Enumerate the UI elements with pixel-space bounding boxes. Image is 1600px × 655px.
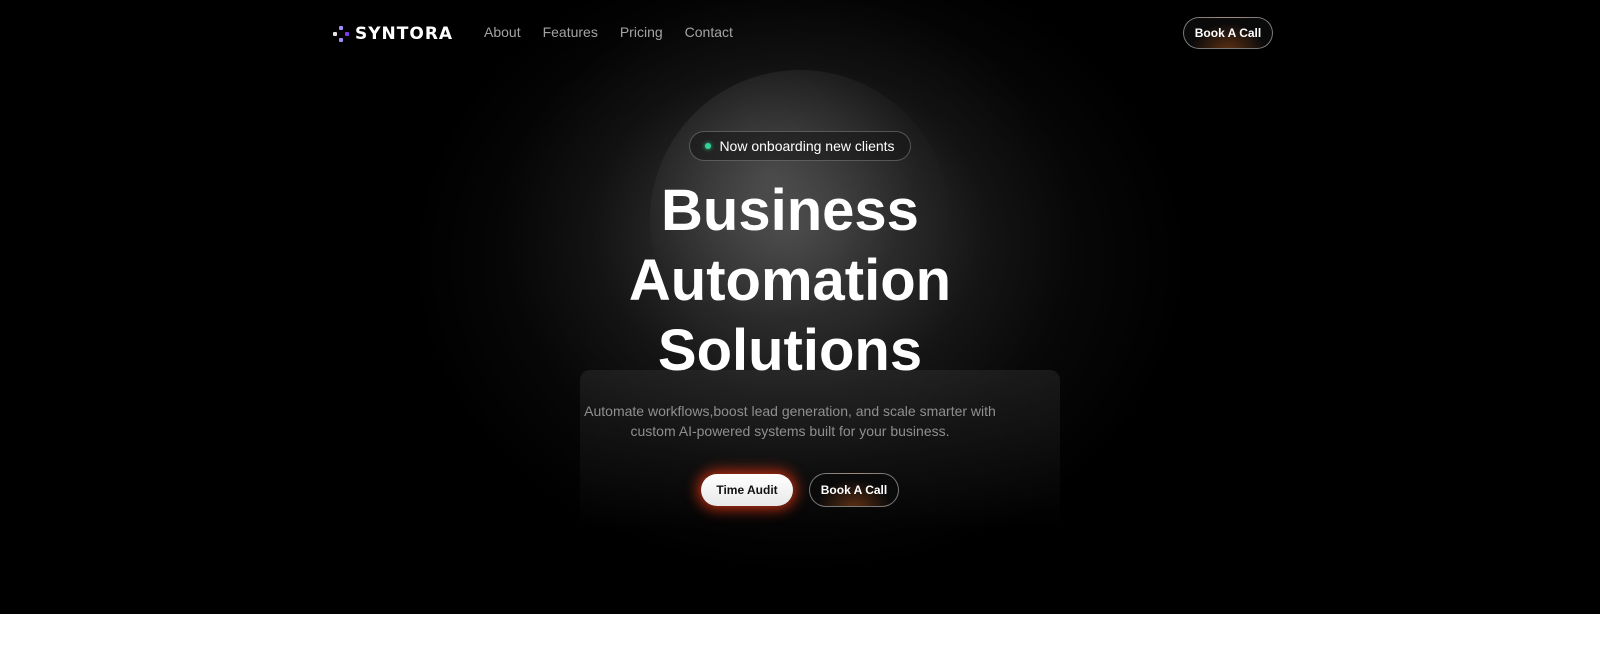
hero-section: SYNTORA About Features Pricing Contact B… (0, 0, 1600, 614)
brand-logo[interactable]: SYNTORA (333, 22, 453, 46)
hero-subtitle: Automate workflows,boost lead generation… (584, 403, 996, 439)
left-fade (0, 0, 350, 614)
top-navbar: SYNTORA About Features Pricing Contact B… (0, 0, 1600, 68)
nav-link-contact[interactable]: Contact (685, 24, 733, 40)
badge-text: Now onboarding new clients (719, 138, 895, 154)
time-audit-button[interactable]: Time Audit (701, 474, 793, 506)
nav-link-about[interactable]: About (484, 24, 521, 40)
nav-link-features[interactable]: Features (543, 24, 598, 40)
onboarding-badge: Now onboarding new clients (689, 131, 911, 161)
diamond-dots-logo-icon (333, 26, 349, 42)
nav-book-call-button[interactable]: Book A Call (1183, 17, 1273, 49)
nav-link-pricing[interactable]: Pricing (620, 24, 663, 40)
page-below-fold (0, 614, 1600, 655)
hero-book-call-button[interactable]: Book A Call (809, 473, 899, 507)
brand-name: SYNTORA (355, 24, 454, 44)
right-fade (1250, 0, 1600, 614)
nav-links: About Features Pricing Contact (484, 24, 733, 40)
hero-headline: Business Automation Solutions (628, 178, 952, 383)
status-dot-icon (705, 143, 712, 149)
